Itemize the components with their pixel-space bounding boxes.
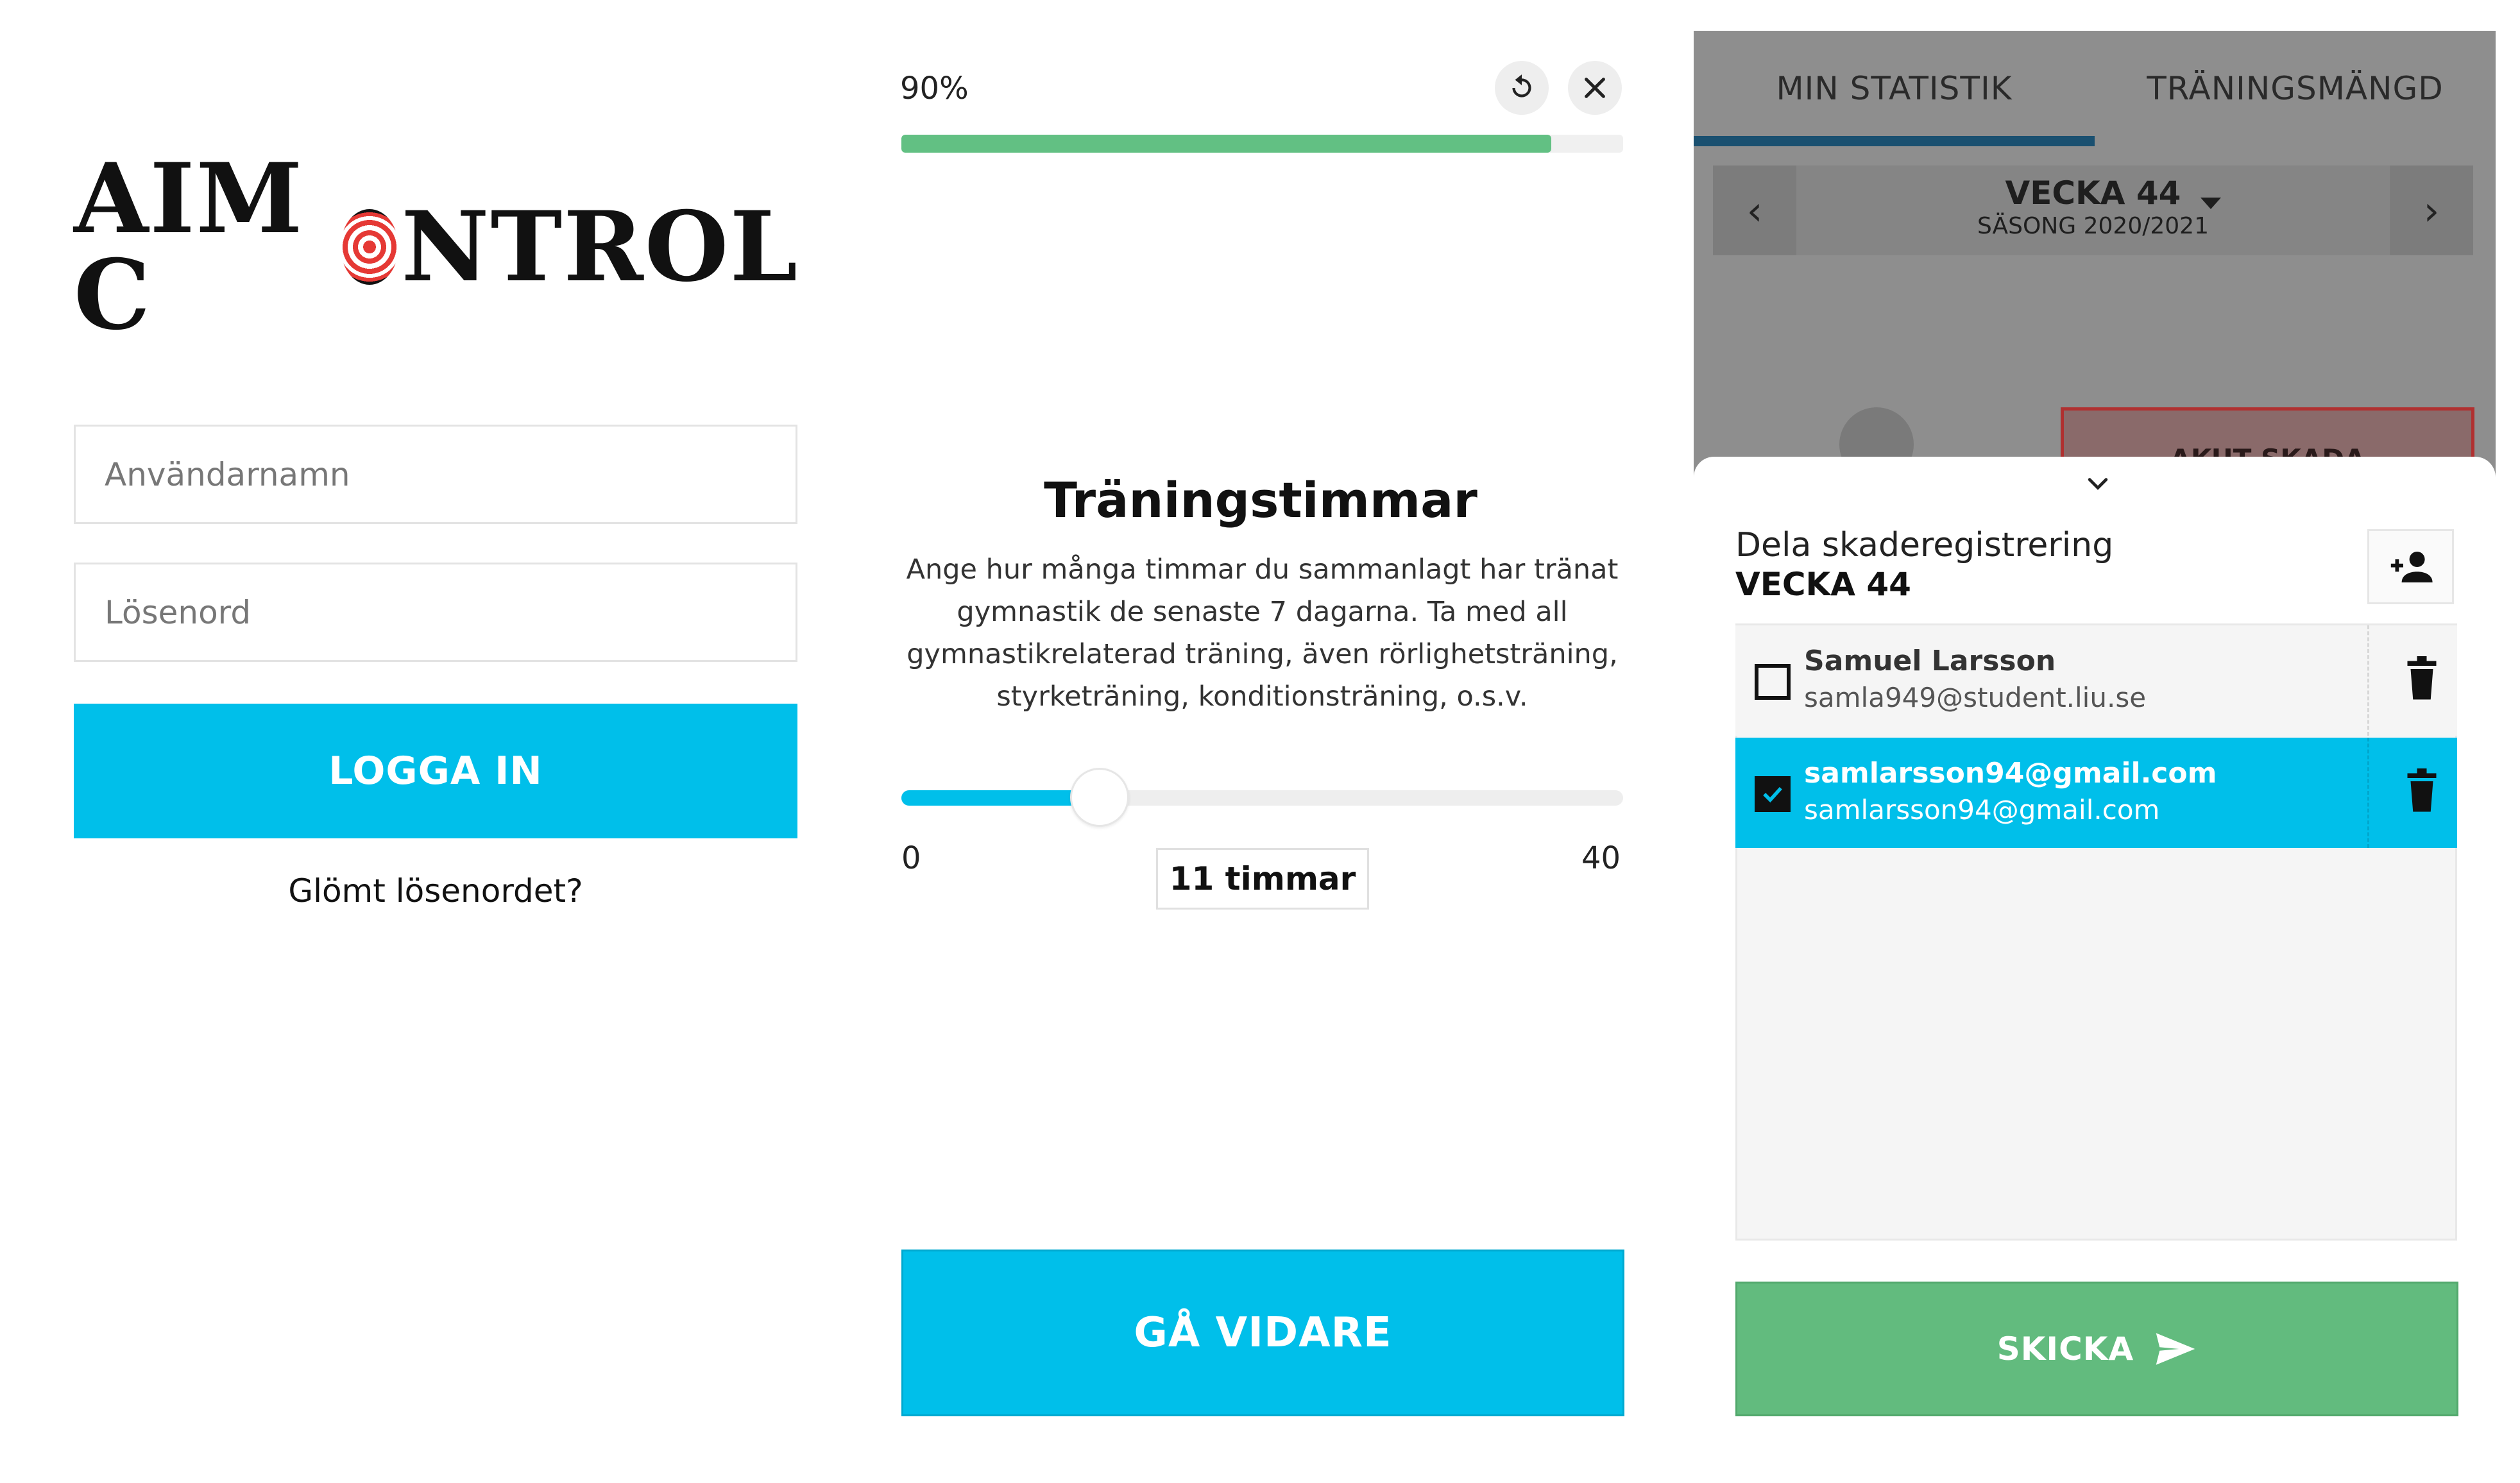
hours-slider[interactable] — [901, 790, 1623, 806]
chevron-right-icon: › — [2423, 187, 2440, 234]
password-placeholder: Lösenord — [105, 593, 251, 631]
recipient-email: samlarsson94@gmail.com — [1804, 794, 2160, 826]
previous-week-button[interactable]: ‹ — [1713, 165, 1796, 255]
row-divider — [2367, 625, 2369, 736]
target-logo-icon — [340, 209, 399, 285]
dropdown-caret-icon[interactable] — [2201, 198, 2221, 209]
trash-icon[interactable] — [2403, 656, 2441, 701]
username-placeholder: Användarnamn — [105, 455, 350, 493]
reset-button[interactable] — [1495, 61, 1549, 115]
recipient-email: samla949@student.liu.se — [1804, 682, 2147, 713]
add-person-icon — [2390, 551, 2433, 582]
progress-bar-fill — [901, 135, 1551, 153]
list-item[interactable]: samlarsson94@gmail.com samlarsson94@gmai… — [1735, 738, 2457, 848]
share-week: VECKA 44 — [1735, 566, 1911, 603]
recipient-checkbox[interactable] — [1755, 776, 1791, 812]
close-button[interactable] — [1568, 61, 1622, 115]
slider-min-label: 0 — [901, 840, 921, 876]
forgot-password-link[interactable]: Glömt lösenordet? — [74, 872, 797, 910]
collapse-sheet-button[interactable] — [2079, 465, 2117, 504]
tab-training-volume[interactable]: TRÄNINGSMÄNGD — [2095, 31, 2496, 146]
week-title[interactable]: VECKA 44 — [1796, 174, 2390, 212]
send-button-label: SKICKA — [1996, 1330, 2134, 1368]
close-icon — [1585, 78, 1605, 98]
recipient-name: samlarsson94@gmail.com — [1804, 757, 2217, 790]
password-input[interactable]: Lösenord — [74, 563, 797, 662]
chevron-down-icon — [2088, 478, 2108, 490]
send-button[interactable]: SKICKA — [1735, 1282, 2458, 1416]
checkmark-icon — [1763, 786, 1782, 803]
question-title: Träningstimmar — [1044, 471, 1477, 529]
share-title: Dela skaderegistrering — [1735, 526, 2114, 564]
username-input[interactable]: Användarnamn — [74, 425, 797, 524]
send-icon — [2156, 1333, 2195, 1365]
reset-icon — [1512, 74, 1531, 97]
logo-text-left: AIM C — [74, 142, 304, 352]
recipient-name: Samuel Larsson — [1804, 645, 2056, 677]
row-divider — [2367, 738, 2369, 848]
continue-button[interactable]: GÅ VIDARE — [901, 1250, 1624, 1416]
progress-label: 90% — [900, 71, 969, 106]
season-subtitle: SÄSONG 2020/2021 — [1977, 213, 2209, 239]
app-logo: AIM C NTROL — [74, 151, 799, 343]
next-week-button[interactable]: › — [2390, 165, 2473, 255]
slider-value-box: 11 timmar — [1156, 848, 1369, 910]
chevron-left-icon: ‹ — [1746, 187, 1763, 234]
slider-thumb[interactable] — [1070, 768, 1130, 827]
list-item[interactable]: Samuel Larsson samla949@student.liu.se — [1735, 625, 2457, 736]
progress-bar — [901, 135, 1623, 153]
add-recipient-button[interactable] — [2367, 529, 2454, 604]
logo-text-right: NTROL — [401, 191, 799, 303]
question-description: Ange hur många timmar du sammanlagt har … — [906, 554, 1619, 713]
trash-icon[interactable] — [2403, 768, 2441, 813]
active-tab-indicator — [1694, 136, 2095, 146]
tab-my-statistics[interactable]: MIN STATISTIK — [1694, 31, 2095, 146]
login-button[interactable]: LOGGA IN — [74, 704, 797, 838]
recipient-checkbox[interactable] — [1755, 664, 1791, 700]
slider-max-label: 40 — [1581, 840, 1621, 876]
